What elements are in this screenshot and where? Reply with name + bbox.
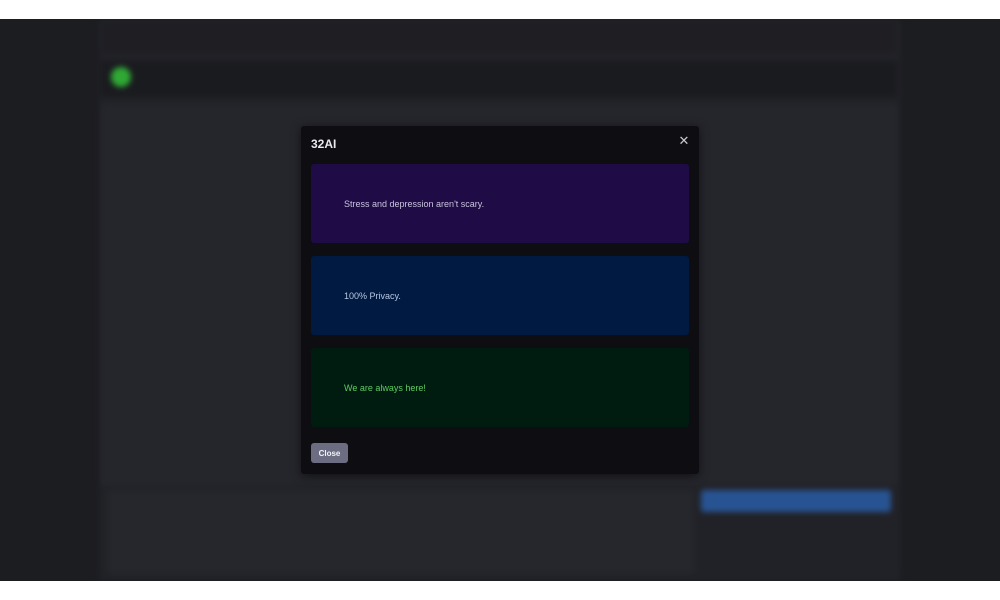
info-card-always-here: We are always here! [311, 348, 689, 427]
info-card-text: Stress and depression aren't scary. [344, 199, 485, 209]
info-card-stress: Stress and depression aren't scary. [311, 164, 689, 243]
info-card-privacy: 100% Privacy. [311, 256, 689, 335]
modal-title: 32AI [311, 137, 337, 151]
info-modal: 32AI ✕ Stress and depression aren't scar… [301, 126, 699, 474]
info-card-text: 100% Privacy. [344, 291, 401, 301]
close-button[interactable]: Close [311, 443, 348, 463]
close-icon[interactable]: ✕ [677, 134, 691, 148]
info-card-text: We are always here! [344, 383, 426, 393]
